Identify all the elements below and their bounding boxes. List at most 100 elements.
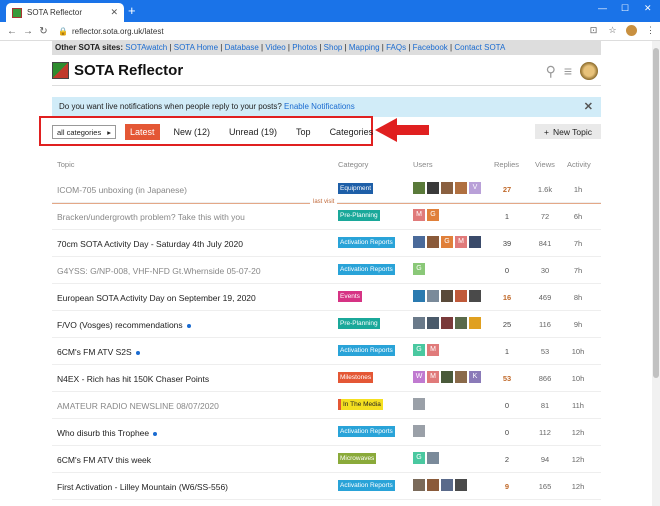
user-avatar[interactable]: V [469, 182, 481, 194]
topic-title-link[interactable]: AMATEUR RADIO NEWSLINE 08/07/2020 [57, 401, 219, 411]
new-topic-button[interactable]: + New Topic [535, 124, 601, 139]
user-avatar[interactable] [441, 479, 453, 491]
sites-link[interactable]: Video [265, 43, 285, 52]
search-icon[interactable]: ⚲ [546, 63, 556, 80]
column-category[interactable]: Category [338, 160, 368, 169]
topic-title-link[interactable]: 70cm SOTA Activity Day - Saturday 4th Ju… [57, 239, 243, 249]
activity-time[interactable]: 12h [567, 428, 589, 437]
user-avatar[interactable]: G [427, 209, 439, 221]
lock-icon[interactable]: 🔒 [58, 27, 68, 36]
column-views[interactable]: Views [535, 160, 555, 169]
tab-latest[interactable]: Latest [124, 124, 160, 140]
sota-logo-icon[interactable] [52, 62, 69, 79]
topic-title-link[interactable]: 6CM's FM ATV S2S [57, 347, 140, 357]
site-title[interactable]: SOTA Reflector [74, 62, 183, 79]
topic-title-link[interactable]: G4YSS: G/NP-008, VHF-NFD Gt.Whernside 05… [57, 266, 261, 276]
user-avatar[interactable] [455, 371, 467, 383]
tab-top[interactable]: Top [291, 124, 316, 140]
user-avatar[interactable]: G [441, 236, 453, 248]
user-avatar[interactable] [427, 182, 439, 194]
activity-time[interactable]: 9h [567, 320, 589, 329]
sites-link[interactable]: SOTAwatch [125, 43, 167, 52]
category-badge[interactable]: Activation Reports [338, 345, 395, 356]
user-avatar[interactable] [413, 236, 425, 248]
minimize-icon[interactable]: — [598, 3, 607, 13]
column-replies[interactable]: Replies [494, 160, 519, 169]
user-avatar[interactable] [427, 317, 439, 329]
close-window-icon[interactable]: ✕ [644, 3, 652, 14]
category-badge[interactable]: Pre-Planning [338, 318, 380, 329]
replies-count[interactable]: 0 [493, 266, 521, 275]
column-topic[interactable]: Topic [57, 160, 75, 169]
category-badge[interactable]: Equipment [338, 183, 374, 194]
replies-count[interactable]: 2 [493, 455, 521, 464]
url-field[interactable]: reflector.sota.org.uk/latest [72, 27, 164, 36]
user-avatar[interactable] [469, 317, 481, 329]
user-avatar[interactable] [469, 236, 481, 248]
category-badge[interactable]: Milestones [338, 372, 374, 383]
replies-count[interactable]: 1 [493, 212, 521, 221]
replies-count[interactable]: 9 [493, 482, 521, 491]
dismiss-notification-icon[interactable]: ✕ [584, 100, 593, 113]
user-avatar[interactable] [413, 425, 425, 437]
user-avatar[interactable] [441, 317, 453, 329]
activity-time[interactable]: 11h [567, 401, 589, 410]
enable-notifications-link[interactable]: Enable Notifications [284, 102, 355, 111]
user-avatar[interactable] [455, 182, 467, 194]
replies-count[interactable]: 1 [493, 347, 521, 356]
replies-count[interactable]: 53 [493, 374, 521, 383]
activity-time[interactable]: 12h [567, 482, 589, 491]
all-categories-dropdown[interactable]: all categories ▸ [52, 125, 116, 139]
user-avatar[interactable]: G [413, 452, 425, 464]
user-avatar[interactable]: M [427, 344, 439, 356]
maximize-icon[interactable]: ☐ [621, 3, 629, 14]
user-avatar[interactable] [413, 317, 425, 329]
category-badge[interactable]: Pre-Planning [338, 210, 380, 221]
forward-icon[interactable]: → [23, 26, 33, 37]
user-avatar[interactable] [413, 182, 425, 194]
menu-kebab-icon[interactable]: ⋮ [645, 25, 656, 36]
activity-time[interactable]: 8h [567, 293, 589, 302]
category-badge[interactable]: Microwaves [338, 453, 377, 464]
sites-link[interactable]: Mapping [349, 43, 380, 52]
user-avatar[interactable] [455, 317, 467, 329]
category-badge[interactable]: Activation Reports [338, 426, 395, 437]
topic-title-link[interactable]: European SOTA Activity Day on September … [57, 293, 256, 303]
sites-link[interactable]: Shop [324, 43, 343, 52]
sites-link[interactable]: Photos [292, 43, 317, 52]
user-avatar[interactable] [455, 479, 467, 491]
browser-tab[interactable]: SOTA Reflector ✕ [6, 3, 124, 22]
replies-count[interactable]: 16 [493, 293, 521, 302]
category-badge[interactable]: Events [338, 291, 362, 302]
category-badge[interactable]: Activation Reports [338, 480, 395, 491]
user-avatar[interactable]: W [413, 371, 425, 383]
column-activity[interactable]: Activity [567, 160, 591, 169]
user-avatar[interactable] [413, 398, 425, 410]
user-avatar[interactable] [427, 452, 439, 464]
sites-link[interactable]: FAQs [386, 43, 406, 52]
replies-count[interactable]: 0 [493, 428, 521, 437]
tab-unread[interactable]: Unread (19) [224, 124, 282, 140]
user-avatar[interactable] [413, 290, 425, 302]
replies-count[interactable]: 25 [493, 320, 521, 329]
topic-title-link[interactable]: ICOM-705 unboxing (in Japanese) [57, 185, 187, 195]
activity-time[interactable]: 7h [567, 266, 589, 275]
translate-icon[interactable]: ⊡ [588, 25, 599, 36]
user-avatar[interactable]: G [413, 344, 425, 356]
profile-icon[interactable] [626, 25, 637, 36]
activity-time[interactable]: 6h [567, 212, 589, 221]
sites-link[interactable]: SOTA Home [174, 43, 218, 52]
tab-categories[interactable]: Categories [325, 124, 379, 140]
user-avatar[interactable] [469, 290, 481, 302]
activity-time[interactable]: 10h [567, 374, 589, 383]
user-avatar[interactable]: M [413, 209, 425, 221]
user-avatar[interactable] [580, 62, 598, 80]
user-avatar[interactable] [441, 371, 453, 383]
tab-new[interactable]: New (12) [169, 124, 216, 140]
user-avatar[interactable]: G [413, 263, 425, 275]
topic-title-link[interactable]: First Activation - Lilley Mountain (W6/S… [57, 482, 228, 492]
replies-count[interactable]: 0 [493, 401, 521, 410]
topic-title-link[interactable]: Bracken/undergrowth problem? Take this w… [57, 212, 245, 222]
sites-link[interactable]: Contact SOTA [454, 43, 505, 52]
user-avatar[interactable] [455, 290, 467, 302]
